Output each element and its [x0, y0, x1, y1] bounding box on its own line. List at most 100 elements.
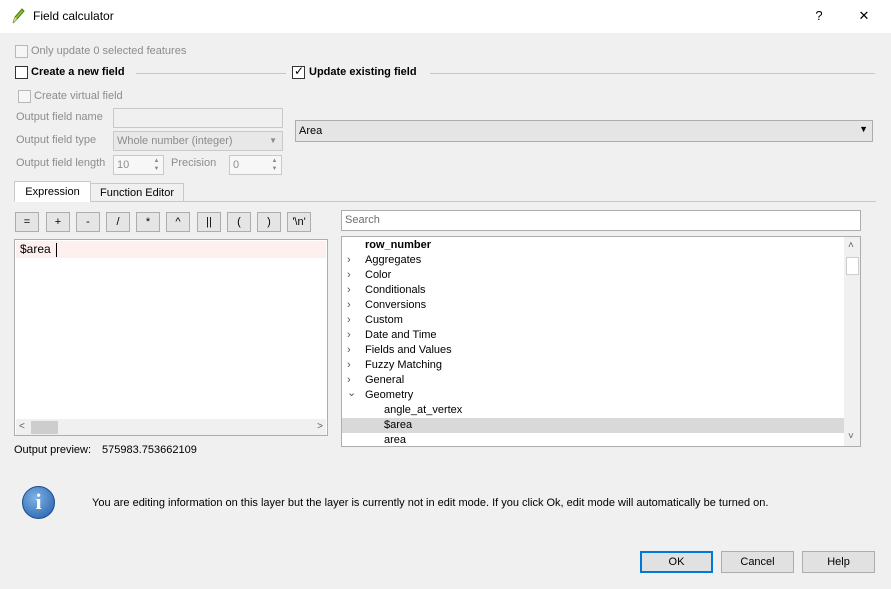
- output-field-type-select[interactable]: Whole number (integer) ▼: [113, 131, 283, 151]
- chevron-right-icon[interactable]: ›: [347, 313, 357, 328]
- tree-item-label: Conversions: [365, 299, 427, 311]
- chevron-right-icon[interactable]: ›: [347, 358, 357, 373]
- scroll-thumb[interactable]: [31, 421, 58, 434]
- tab-function-editor[interactable]: Function Editor: [90, 183, 184, 202]
- existing-field-select[interactable]: Area ▼: [295, 120, 873, 142]
- output-field-name-input[interactable]: [113, 108, 283, 128]
- operator-power-button[interactable]: ^: [166, 212, 190, 232]
- window-title: Field calculator: [33, 9, 114, 23]
- output-field-length-value: 10: [117, 159, 130, 171]
- scroll-left-icon[interactable]: <: [19, 419, 25, 435]
- output-preview-value: 575983.753662109: [102, 444, 197, 456]
- scroll-up-icon[interactable]: ˄: [848, 238, 854, 254]
- help-icon[interactable]: ?: [806, 6, 832, 26]
- chevron-right-icon[interactable]: ›: [347, 343, 357, 358]
- tree-item-fuzzy-matching[interactable]: › Fuzzy Matching: [342, 358, 844, 373]
- tree-item-label: row_number: [365, 239, 432, 251]
- create-new-field-label: Create a new field: [31, 66, 125, 78]
- tree-item-conditionals[interactable]: › Conditionals: [342, 283, 844, 298]
- only-update-selected-checkbox[interactable]: [15, 45, 28, 58]
- tab-expression[interactable]: Expression: [14, 181, 91, 202]
- tree-item-color[interactable]: › Color: [342, 268, 844, 283]
- tree-item-date-and-time[interactable]: › Date and Time: [342, 328, 844, 343]
- text-caret: [56, 243, 57, 257]
- tree-item-label: angle_at_vertex: [384, 404, 463, 416]
- output-field-name-label: Output field name: [16, 111, 103, 123]
- operator-equals-button[interactable]: =: [15, 212, 39, 232]
- precision-spinbox[interactable]: 0 ▲ ▼: [229, 155, 282, 175]
- tree-item-label: Date and Time: [365, 329, 437, 341]
- operator-concat-button[interactable]: ||: [197, 212, 221, 232]
- ok-button[interactable]: OK: [640, 551, 713, 573]
- precision-value: 0: [233, 159, 240, 171]
- output-field-length-label: Output field length: [16, 157, 106, 169]
- output-preview-label: Output preview:: [14, 444, 92, 456]
- tree-item-general[interactable]: › General: [342, 373, 844, 388]
- tree-item-custom[interactable]: › Custom: [342, 313, 844, 328]
- tree-item-label: Geometry: [365, 389, 414, 401]
- info-icon: i: [22, 486, 55, 519]
- operator-multiply-button[interactable]: *: [136, 212, 160, 232]
- spin-arrows-icon[interactable]: ▲ ▼: [269, 157, 280, 173]
- close-icon[interactable]: ✕: [851, 6, 877, 26]
- divider: [430, 73, 875, 74]
- tree-item-label: area: [384, 434, 407, 446]
- tree-item-geometry[interactable]: ⌄ Geometry: [342, 386, 844, 403]
- tree-item-fields-and-values[interactable]: › Fields and Values: [342, 343, 844, 358]
- chevron-down-icon[interactable]: ⌄: [347, 386, 357, 401]
- spin-arrows-icon[interactable]: ▲ ▼: [151, 157, 162, 173]
- scroll-down-icon[interactable]: ˅: [848, 429, 854, 445]
- update-existing-field-checkbox[interactable]: [292, 64, 305, 79]
- chevron-right-icon[interactable]: ›: [347, 283, 357, 298]
- operator-open-paren-button[interactable]: (: [227, 212, 251, 232]
- tree-item-label: Fields and Values: [365, 344, 452, 356]
- qgis-pencil-icon: [10, 7, 26, 25]
- tree-item-label: Color: [365, 269, 392, 281]
- expression-text: $area: [20, 242, 51, 256]
- tree-item-area[interactable]: area: [342, 433, 844, 446]
- chevron-right-icon[interactable]: ›: [347, 298, 357, 313]
- create-virtual-field-checkbox[interactable]: [18, 90, 31, 103]
- tree-item-label: $area: [384, 419, 413, 431]
- create-virtual-field-label: Create virtual field: [34, 90, 123, 102]
- existing-field-value: Area: [299, 125, 323, 137]
- title-bar: Field calculator ? ✕: [0, 0, 891, 33]
- tree-item-row-number[interactable]: row_number: [342, 238, 844, 253]
- function-tree[interactable]: row_number › Aggregates › Color › Condit…: [341, 236, 861, 447]
- chevron-right-icon[interactable]: ›: [347, 268, 357, 283]
- output-field-type-value: Whole number (integer): [117, 135, 233, 147]
- tree-item-label: Fuzzy Matching: [365, 359, 443, 371]
- edit-mode-message: You are editing information on this laye…: [92, 497, 769, 509]
- tree-item-label: General: [365, 374, 405, 386]
- divider: [136, 73, 286, 74]
- operator-minus-button[interactable]: -: [76, 212, 100, 232]
- tree-item-label: Aggregates: [365, 254, 422, 266]
- help-button[interactable]: Help: [802, 551, 875, 573]
- scroll-right-icon[interactable]: >: [317, 419, 323, 435]
- horizontal-scrollbar[interactable]: < >: [16, 419, 326, 435]
- operator-newline-button[interactable]: '\n': [287, 212, 311, 232]
- chevron-right-icon[interactable]: ›: [347, 253, 357, 268]
- function-search-input[interactable]: Search: [341, 210, 861, 231]
- scroll-thumb[interactable]: [846, 257, 859, 275]
- chevron-right-icon[interactable]: ›: [347, 328, 357, 343]
- tree-item-dollar-area[interactable]: $area: [342, 418, 844, 433]
- output-field-length-spinbox[interactable]: 10 ▲ ▼: [113, 155, 164, 175]
- tree-item-angle-at-vertex[interactable]: angle_at_vertex: [342, 403, 844, 418]
- output-field-type-label: Output field type: [16, 134, 97, 146]
- tree-item-aggregates[interactable]: › Aggregates: [342, 253, 844, 268]
- create-new-field-checkbox[interactable]: [15, 66, 28, 79]
- tree-item-label: Conditionals: [365, 284, 426, 296]
- only-update-selected-label: Only update 0 selected features: [31, 45, 187, 57]
- operator-divide-button[interactable]: /: [106, 212, 130, 232]
- cancel-button[interactable]: Cancel: [721, 551, 794, 573]
- vertical-scrollbar[interactable]: ˄ ˅: [844, 237, 860, 446]
- tree-item-conversions[interactable]: › Conversions: [342, 298, 844, 313]
- operator-plus-button[interactable]: +: [46, 212, 70, 232]
- tree-item-label: Custom: [365, 314, 403, 326]
- operator-close-paren-button[interactable]: ): [257, 212, 281, 232]
- chevron-down-icon: ▼: [269, 136, 277, 145]
- update-existing-field-label: Update existing field: [309, 66, 417, 78]
- expression-editor[interactable]: $area < >: [14, 239, 328, 436]
- current-line-highlight: [16, 241, 326, 258]
